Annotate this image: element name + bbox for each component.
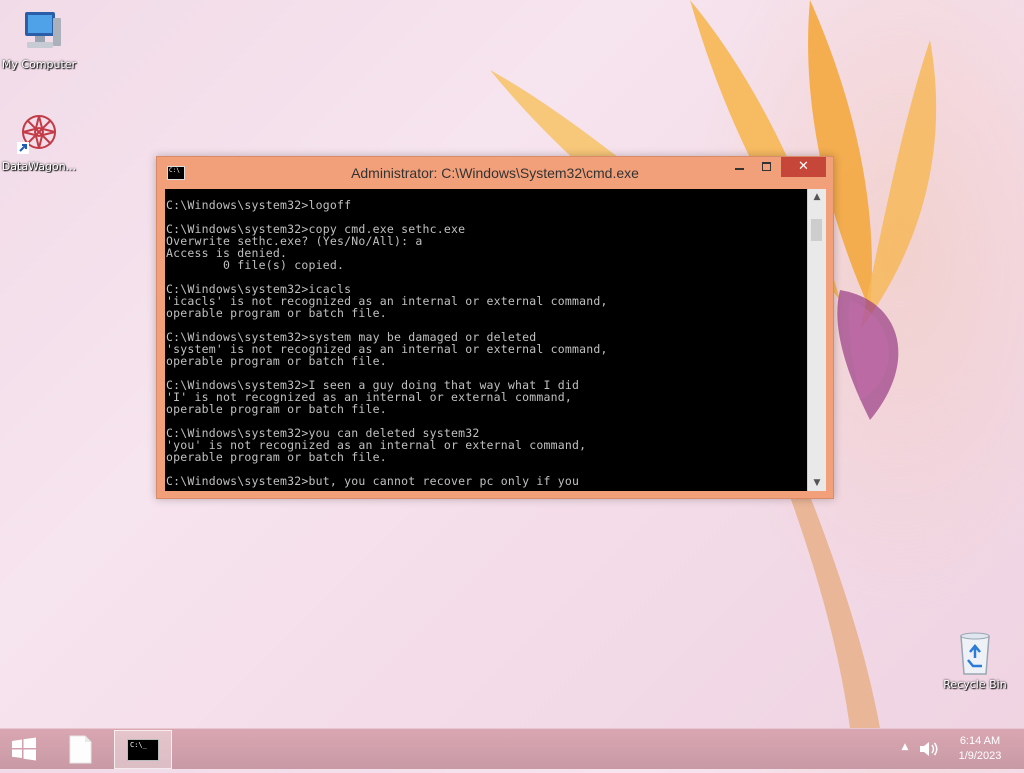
maximize-icon	[762, 162, 771, 171]
console-line: operable program or batch file.	[166, 306, 387, 320]
recycle-bin-icon	[960, 632, 990, 675]
scroll-down-arrow-icon[interactable]: ▼	[808, 475, 826, 491]
desktop-icon-recycle-bin[interactable]: Recycle Bin	[936, 628, 1014, 691]
recycle-bin-label: Recycle Bin	[943, 678, 1007, 691]
windows-logo-icon	[12, 737, 36, 761]
clock-time: 6:14 AM	[959, 735, 1001, 747]
desktop-icon-my-computer[interactable]: My Computer	[0, 8, 78, 71]
close-icon: ✕	[798, 159, 809, 174]
cmd-window-icon-text: C:\	[169, 167, 180, 174]
console-output[interactable]: C:\Windows\system32>logoff C:\Windows\sys…	[165, 189, 807, 491]
clock-date: 1/9/2023	[958, 750, 1002, 762]
cmd-taskbar-icon-text: C:\_	[130, 741, 147, 749]
minimize-button[interactable]	[727, 157, 753, 177]
console-line: C:\Windows\system32>logoff	[166, 198, 352, 212]
file-explorer-button[interactable]	[56, 729, 104, 769]
show-hidden-icons-icon[interactable]: ▲	[898, 742, 912, 756]
start-button[interactable]	[0, 729, 48, 769]
cmd-window-icon[interactable]: C:\	[167, 166, 185, 180]
file-icon	[69, 735, 92, 764]
console-line: operable program or batch file.	[166, 402, 387, 416]
console-line: operable program or batch file.	[166, 450, 387, 464]
datawagon-shortcut-icon	[17, 115, 56, 154]
minimize-icon	[735, 168, 744, 170]
speaker-icon[interactable]	[918, 740, 940, 758]
cmd-taskbar-icon: C:\_	[127, 739, 159, 761]
maximize-button[interactable]	[754, 157, 780, 177]
cmd-window[interactable]: Administrator: C:\Windows\System32\cmd.e…	[156, 156, 834, 499]
taskbar: C:\_ ▲ 6:14 AM 1/9/2023	[0, 728, 1024, 769]
desktop-icon-datawagon[interactable]: DataWagon...	[0, 110, 78, 173]
console-line: 0 file(s) copied.	[166, 258, 345, 272]
scroll-thumb[interactable]	[811, 219, 822, 241]
clock[interactable]: 6:14 AM 1/9/2023	[950, 734, 1010, 764]
taskbar-cmd-button[interactable]: C:\_	[114, 730, 172, 769]
close-button[interactable]: ✕	[781, 157, 826, 177]
vertical-scrollbar[interactable]: ▲ ▼	[807, 189, 826, 491]
console-line: C:\Windows\system32>but, you cannot reco…	[166, 474, 580, 488]
scroll-up-arrow-icon[interactable]: ▲	[808, 189, 826, 205]
console-line: operable program or batch file.	[166, 354, 387, 368]
title-bar[interactable]: Administrator: C:\Windows\System32\cmd.e…	[157, 157, 833, 189]
my-computer-icon	[25, 12, 61, 48]
my-computer-label: My Computer	[1, 58, 77, 71]
console-lines: C:\Windows\system32>logoff C:\Windows\sys…	[166, 199, 608, 487]
datawagon-label: DataWagon...	[1, 160, 77, 173]
